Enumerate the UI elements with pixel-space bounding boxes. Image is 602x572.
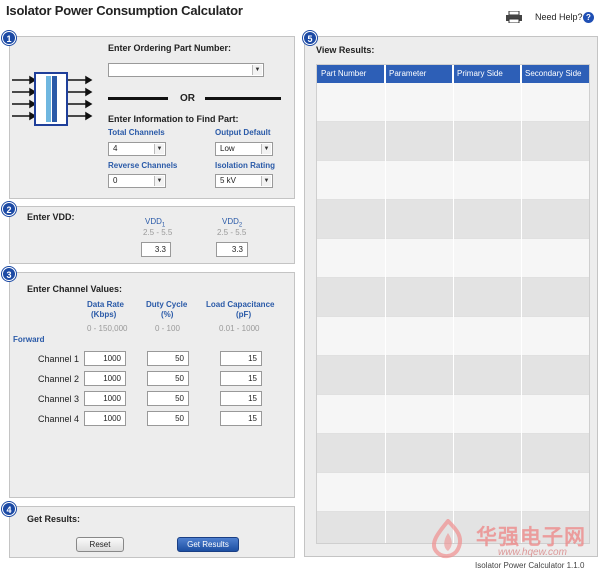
output-default-select[interactable]: Low ▼	[215, 142, 273, 156]
help-icon[interactable]: ?	[583, 12, 594, 23]
data-rate-range: 0 - 150,000	[87, 324, 128, 333]
output-default-label: Output Default	[215, 128, 271, 137]
column-divider	[385, 65, 386, 543]
data-rate-input[interactable]: 1000	[84, 391, 126, 406]
need-help-link[interactable]: Need Help?	[535, 12, 583, 22]
data-rate-label: Data Rate	[87, 300, 124, 309]
data-rate-input[interactable]: 1000	[84, 351, 126, 366]
reverse-channels-value: 0	[113, 176, 118, 185]
reset-button[interactable]: Reset	[76, 537, 124, 552]
or-divider-left	[108, 97, 168, 100]
column-header-parameter[interactable]: Parameter	[385, 65, 453, 83]
column-header-secondary-side[interactable]: Secondary Side	[521, 65, 589, 83]
duty-cycle-input[interactable]: 50	[147, 411, 189, 426]
or-divider-right	[205, 97, 281, 100]
step-1-badge: 1	[2, 31, 16, 45]
total-channels-label: Total Channels	[108, 128, 165, 137]
part-number-select[interactable]: ▼	[108, 63, 264, 77]
data-rate-input[interactable]: 1000	[84, 371, 126, 386]
vdd2-label: VDD2	[222, 217, 242, 229]
load-cap-input[interactable]: 15	[220, 351, 262, 366]
vdd1-label-text: VDD	[145, 217, 162, 226]
reverse-channels-label: Reverse Channels	[108, 161, 178, 170]
total-channels-select[interactable]: 4 ▼	[108, 142, 166, 156]
column-divider	[521, 65, 522, 543]
data-rate-unit: (Kbps)	[91, 310, 117, 319]
duty-cycle-input[interactable]: 50	[147, 391, 189, 406]
isolation-rating-select[interactable]: 5 kV ▼	[215, 174, 273, 188]
load-cap-unit: (pF)	[236, 310, 252, 319]
channel-label: Channel 3	[38, 394, 80, 404]
chevron-down-icon[interactable]: ▼	[154, 176, 164, 186]
vdd1-range: 2.5 - 5.5	[143, 228, 173, 237]
duty-cycle-input[interactable]: 50	[147, 351, 189, 366]
load-cap-input[interactable]: 15	[220, 371, 262, 386]
step-4-badge: 4	[2, 502, 16, 516]
find-part-label: Enter Information to Find Part:	[108, 114, 239, 124]
data-rate-input[interactable]: 1000	[84, 411, 126, 426]
vdd2-range: 2.5 - 5.5	[217, 228, 247, 237]
or-label: OR	[180, 93, 195, 104]
chevron-down-icon[interactable]: ▼	[261, 176, 271, 186]
isolation-rating-label: Isolation Rating	[215, 161, 275, 170]
total-channels-value: 4	[113, 144, 118, 153]
channel-label: Channel 1	[38, 354, 80, 364]
duty-cycle-input[interactable]: 50	[147, 371, 189, 386]
view-results-title: View Results:	[316, 45, 375, 55]
reverse-channels-select[interactable]: 0 ▼	[108, 174, 166, 188]
output-default-value: Low	[220, 144, 235, 153]
channel-label: Channel 4	[38, 414, 80, 424]
load-cap-input[interactable]: 15	[220, 391, 262, 406]
results-table: Part Number Parameter Primary Side Secon…	[316, 64, 590, 544]
get-results-button[interactable]: Get Results	[177, 537, 239, 552]
step-3-badge: 3	[2, 267, 16, 281]
step-5-badge: 5	[303, 31, 317, 45]
forward-label: Forward	[13, 335, 45, 344]
column-divider	[453, 65, 454, 543]
watermark-url: www.hqew.com	[498, 547, 567, 558]
vdd1-input[interactable]: 3.3	[141, 242, 171, 257]
watermark-logo	[428, 518, 468, 561]
load-cap-input[interactable]: 15	[220, 411, 262, 426]
duty-cycle-label: Duty Cycle	[146, 300, 188, 309]
isolation-rating-value: 5 kV	[220, 176, 237, 185]
get-results-title: Get Results:	[27, 514, 81, 524]
duty-cycle-unit: (%)	[161, 310, 174, 319]
duty-cycle-range: 0 - 100	[155, 324, 180, 333]
vdd2-label-text: VDD	[222, 217, 239, 226]
part-number-label: Enter Ordering Part Number:	[108, 43, 232, 53]
version-label: Isolator Power Calculator 1.1.0	[475, 561, 585, 570]
page-title: Isolator Power Consumption Calculator	[6, 3, 243, 18]
chevron-down-icon[interactable]: ▼	[261, 144, 271, 154]
column-header-primary-side[interactable]: Primary Side	[453, 65, 521, 83]
isolator-diagram-icon	[12, 72, 96, 128]
chevron-down-icon[interactable]: ▼	[252, 65, 262, 75]
channel-values-title: Enter Channel Values:	[27, 284, 123, 294]
vdd2-input[interactable]: 3.3	[216, 242, 248, 257]
vdd-title: Enter VDD:	[27, 212, 75, 222]
vdd1-label: VDD1	[145, 217, 165, 229]
load-cap-range: 0.01 - 1000	[219, 324, 260, 333]
printer-icon[interactable]	[505, 10, 523, 24]
column-header-part-number[interactable]: Part Number	[317, 65, 385, 83]
load-cap-label: Load Capacitance	[206, 300, 275, 309]
step-2-badge: 2	[2, 202, 16, 216]
chevron-down-icon[interactable]: ▼	[154, 144, 164, 154]
channel-label: Channel 2	[38, 374, 80, 384]
